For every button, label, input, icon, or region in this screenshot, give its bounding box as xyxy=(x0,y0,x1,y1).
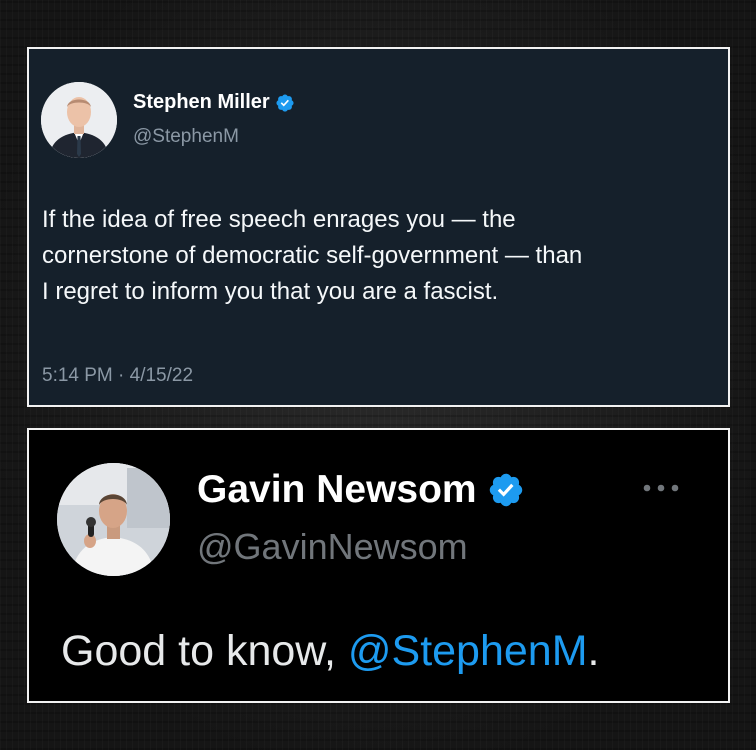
author-name-row: Stephen Miller xyxy=(133,91,295,114)
tweet-text: If the idea of free speech enrages you —… xyxy=(42,202,722,310)
tweet-card-gavin-newsom: Gavin Newsom @GavinNewsom Good to know, … xyxy=(27,428,730,703)
tweet-card-stephen-miller: Stephen Miller @StephenM If the idea of … xyxy=(27,47,730,407)
author-name[interactable]: Stephen Miller xyxy=(133,91,270,114)
verified-badge-icon xyxy=(487,471,525,509)
tweet-text-prefix: Good to know, xyxy=(61,627,348,675)
tweet-text-line: I regret to inform you that you are a fa… xyxy=(42,278,499,305)
avatar-photo-icon xyxy=(57,463,170,576)
tweet-text-line: If the idea of free speech enrages you —… xyxy=(42,206,516,233)
avatar-photo-icon xyxy=(41,82,117,158)
tweet-text: Good to know, @StephenM. xyxy=(61,626,599,676)
author-name[interactable]: Gavin Newsom xyxy=(197,468,477,512)
avatar[interactable] xyxy=(41,82,117,158)
mention-link[interactable]: @StephenM xyxy=(348,627,588,675)
tweet-text-suffix: . xyxy=(587,627,600,675)
more-options-icon[interactable] xyxy=(639,480,683,496)
author-handle[interactable]: @GavinNewsom xyxy=(197,526,468,568)
author-handle[interactable]: @StephenM xyxy=(133,126,239,148)
tweet-timestamp[interactable]: 5:14 PM · 4/15/22 xyxy=(42,365,193,387)
tweet-text-line: cornerstone of democratic self-governmen… xyxy=(42,242,583,269)
verified-badge-icon xyxy=(275,93,295,113)
author-name-row: Gavin Newsom xyxy=(197,468,525,512)
avatar[interactable] xyxy=(57,463,170,576)
